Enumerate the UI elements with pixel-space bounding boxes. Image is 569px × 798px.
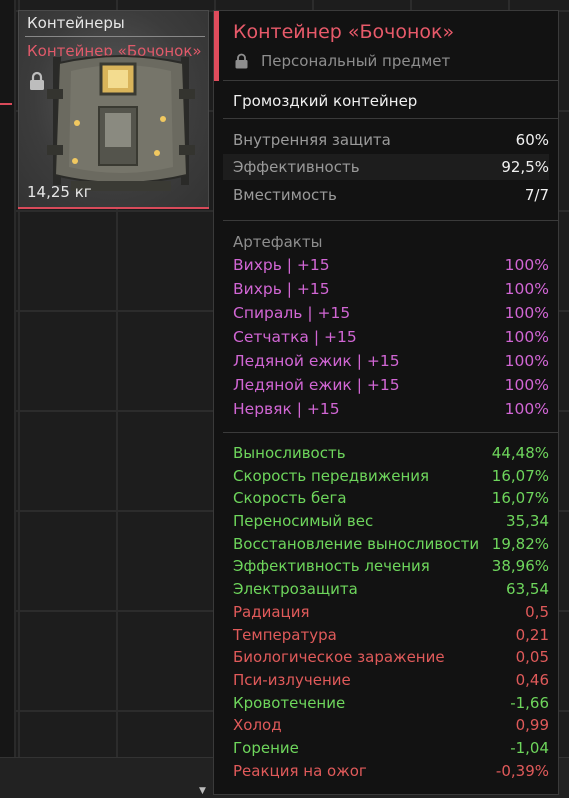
stat-label: Скорость передвижения [233,466,430,485]
stat-value: 35,34 [506,512,549,531]
stat-label: Горение [233,738,299,757]
stat-row: Электрозащита 63,54 [233,580,549,603]
artifact-value: 100% [504,352,549,370]
property-row: Вместимость 7/7 [223,182,549,208]
property-value: 60% [515,131,549,149]
item-category: Контейнеры [27,14,125,32]
stat-label: Скорость бега [233,489,347,508]
divider [223,220,559,221]
property-label: Эффективность [233,158,360,176]
personal-item-label: Персональный предмет [261,52,451,70]
lock-icon [30,71,44,90]
selection-marker [0,103,12,105]
artifact-label: Сетчатка | +15 [233,328,357,346]
lock-icon [235,53,248,69]
tooltip-title: Контейнер «Бочонок» [233,21,455,43]
artifact-value: 100% [504,304,549,322]
stat-value: -1,66 [510,693,549,712]
artifact-value: 100% [504,400,549,418]
stat-row: Температура 0,21 [233,626,549,649]
stat-row: Скорость передвижения 16,07% [233,467,549,490]
artifact-row: Вихрь | +15 100% [233,256,549,280]
artifact-label: Спираль | +15 [233,304,351,322]
stat-list: Выносливость 44,48% Скорость передвижения… [233,444,549,784]
stat-value: 0,21 [515,625,549,644]
property-label: Внутренняя защита [233,131,391,149]
artifact-value: 100% [504,376,549,394]
property-label: Вместимость [233,186,337,204]
property-row: Эффективность 92,5% [223,154,549,180]
stat-label: Холод [233,716,282,735]
divider [25,36,205,37]
artifact-value: 100% [504,256,549,274]
item-tooltip: Контейнер «Бочонок» Персональный предмет… [213,10,559,795]
stat-label: Восстановление выносливости [233,534,480,553]
stat-value: 63,54 [506,580,549,599]
item-weight: 14,25 кг [27,183,92,201]
artifact-row: Спираль | +15 100% [233,304,549,328]
artifact-row: Нервяк | +15 100% [233,400,549,424]
slot-highlight-line [18,207,209,209]
stat-row: Переносимый вес 35,34 [233,512,549,535]
item-type: Громоздкий контейнер [233,92,418,110]
stat-row: Выносливость 44,48% [233,444,549,467]
stat-row: Холод 0,99 [233,716,549,739]
scroll-down-arrow-icon[interactable]: ▼ [199,786,206,796]
stat-row: Радиация 0,5 [233,603,549,626]
stat-row: Биологическое заражение 0,05 [233,648,549,671]
property-row: Внутренняя защита 60% [223,127,549,153]
stat-value: -1,04 [510,738,549,757]
artifact-row: Вихрь | +15 100% [233,280,549,304]
stat-label: Эффективность лечения [233,557,430,576]
stat-label: Температура [233,625,337,644]
artifact-value: 100% [504,328,549,346]
stat-value: 16,07% [491,466,549,485]
artifact-label: Вихрь | +15 [233,280,330,298]
stat-value: 38,96% [491,557,549,576]
stat-row: Скорость бега 16,07% [233,489,549,512]
stat-value: 0,46 [515,670,549,689]
stat-label: Реакция на ожог [233,761,367,780]
stat-label: Кровотечение [233,693,346,712]
artifact-row: Сетчатка | +15 100% [233,328,549,352]
stat-label: Выносливость [233,444,346,462]
stat-row: Эффективность лечения 38,96% [233,557,549,580]
property-value: 7/7 [524,186,549,204]
stat-value: 44,48% [491,444,549,462]
stat-value: 16,07% [491,489,549,508]
container-image [47,55,195,191]
stat-row: Пси-излучение 0,46 [233,671,549,694]
artifact-row: Ледяной ежик | +15 100% [233,376,549,400]
artifact-value: 100% [504,280,549,298]
stat-label: Переносимый вес [233,512,374,531]
artifact-row: Ледяной ежик | +15 100% [233,352,549,376]
divider [223,80,559,81]
stat-row: Кровотечение -1,66 [233,694,549,717]
stat-row: Реакция на ожог -0,39% [233,762,549,785]
artifact-label: Нервяк | +15 [233,400,340,418]
property-value: 92,5% [501,158,549,176]
divider [223,118,559,119]
artifact-label: Вихрь | +15 [233,256,330,274]
stat-label: Биологическое заражение [233,648,445,667]
title-accent-bar [214,11,219,81]
artifacts-header: Артефакты [233,233,323,251]
stat-row: Восстановление выносливости 19,82% [233,535,549,558]
stat-label: Радиация [233,602,310,621]
artifact-list: Вихрь | +15 100% Вихрь | +15 100% Спираль … [233,256,549,424]
stat-label: Электрозащита [233,580,358,599]
stat-row: Горение -1,04 [233,739,549,762]
inventory-item-slot[interactable]: Контейнеры Контейнер «Бочонок» 14,25 кг [18,10,209,208]
artifact-label: Ледяной ежик | +15 [233,376,400,394]
artifact-label: Ледяной ежик | +15 [233,352,400,370]
inventory-left-strip [0,0,16,797]
stat-label: Пси-излучение [233,670,351,689]
stat-value: 19,82% [491,534,549,553]
stat-value: -0,39% [495,761,549,780]
stat-value: 0,99 [515,716,549,735]
stat-value: 0,05 [515,648,549,667]
divider [223,432,559,433]
stat-value: 0,5 [525,602,549,621]
